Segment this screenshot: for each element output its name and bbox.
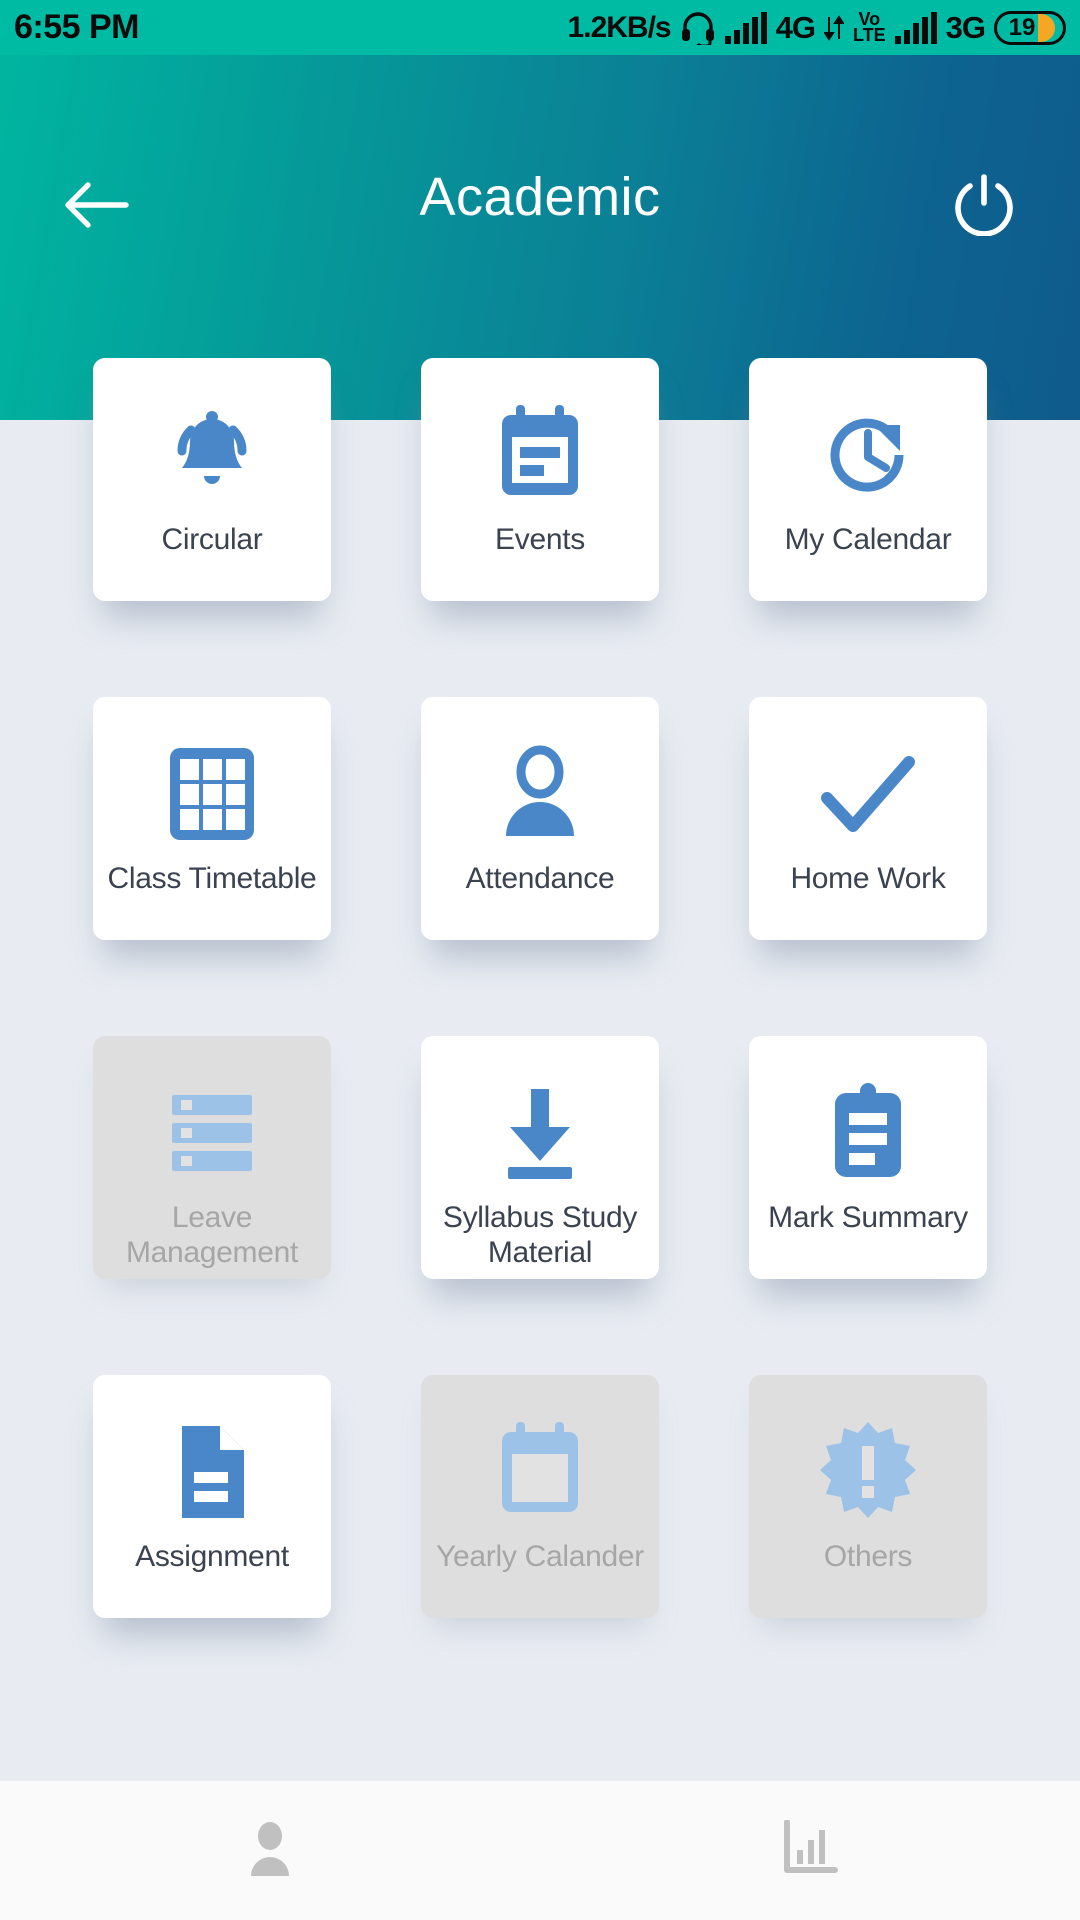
menu-card-yearly-calander: Yearly Calander xyxy=(421,1375,659,1618)
menu-card-label: Leave Management xyxy=(125,1201,299,1270)
menu-card-assignment[interactable]: Assignment xyxy=(93,1375,331,1618)
header-bar: Academic xyxy=(0,150,1080,260)
menu-card-label: Yearly Calander xyxy=(436,1540,644,1573)
status-bar: 6:55 PM 1.2KB/s 4G Vo LTE 3G 19 xyxy=(0,0,1080,55)
status-bar-indicators: 1.2KB/s 4G Vo LTE 3G 19 xyxy=(568,10,1066,46)
volte-indicator: Vo LTE xyxy=(852,10,886,45)
profile-icon xyxy=(243,1820,297,1881)
sim1-network-type: 4G xyxy=(775,9,816,45)
menu-grid: Circular Events My Calendar Class Timeta… xyxy=(0,358,1080,1618)
menu-card-label: Others xyxy=(823,1540,913,1573)
status-bar-clock: 6:55 PM xyxy=(14,8,140,46)
person-icon xyxy=(490,739,590,849)
menu-card-label: Syllabus Study Material xyxy=(442,1201,638,1270)
download-icon xyxy=(492,1078,588,1188)
calendar-lines-icon xyxy=(492,400,588,510)
menu-card-label: Class Timetable xyxy=(107,862,317,895)
battery-percent-text: 19 xyxy=(1008,13,1036,41)
bottom-navigation-bar xyxy=(0,1780,1080,1920)
menu-card-label: Circular xyxy=(161,523,263,556)
academic-screen: 6:55 PM 1.2KB/s 4G Vo LTE 3G 19 Academic… xyxy=(0,0,1080,1920)
menu-card-my-calendar[interactable]: My Calendar xyxy=(749,358,987,601)
list-rows-icon xyxy=(162,1078,262,1188)
clock-refresh-icon xyxy=(816,400,920,510)
menu-card-label: Assignment xyxy=(135,1540,289,1573)
volte-bottom-text: LTE xyxy=(852,24,886,45)
sim2-signal-bars-icon xyxy=(894,11,937,44)
sim1-signal-bars-icon xyxy=(724,11,767,44)
starburst-alert-icon xyxy=(816,1417,920,1527)
page-title: Academic xyxy=(419,167,661,227)
menu-card-syllabus-study-material[interactable]: Syllabus Study Material xyxy=(421,1036,659,1279)
clipboard-icon xyxy=(823,1078,913,1188)
check-icon xyxy=(813,739,923,849)
menu-card-circular[interactable]: Circular xyxy=(93,358,331,601)
menu-card-label: Home Work xyxy=(790,862,946,895)
headset-icon xyxy=(680,11,716,45)
sim2-network-type: 3G xyxy=(945,9,986,45)
menu-card-label: Attendance xyxy=(465,862,615,895)
menu-card-attendance[interactable]: Attendance xyxy=(421,697,659,940)
menu-card-label: Mark Summary xyxy=(768,1201,968,1234)
menu-card-class-timetable[interactable]: Class Timetable xyxy=(93,697,331,940)
data-transfer-icon xyxy=(823,14,844,41)
nav-item-profile[interactable] xyxy=(0,1781,540,1920)
content-area: Circular Events My Calendar Class Timeta… xyxy=(0,358,1080,1780)
menu-card-others: Others xyxy=(749,1375,987,1618)
menu-card-leave-management: Leave Management xyxy=(93,1036,331,1279)
menu-card-home-work[interactable]: Home Work xyxy=(749,697,987,940)
menu-card-mark-summary[interactable]: Mark Summary xyxy=(749,1036,987,1279)
grid-table-icon xyxy=(162,739,262,849)
menu-card-label: My Calendar xyxy=(784,523,952,556)
bell-icon xyxy=(160,400,264,510)
battery-fill xyxy=(1038,13,1056,42)
calendar-blank-icon xyxy=(492,1417,588,1527)
bar-chart-icon xyxy=(781,1819,839,1881)
document-icon xyxy=(168,1417,256,1527)
menu-card-events[interactable]: Events xyxy=(421,358,659,601)
network-speed-text: 1.2KB/s xyxy=(567,10,672,44)
menu-card-label: Events xyxy=(495,523,585,556)
nav-item-reports[interactable] xyxy=(540,1781,1080,1920)
battery-indicator: 19 xyxy=(994,10,1066,45)
